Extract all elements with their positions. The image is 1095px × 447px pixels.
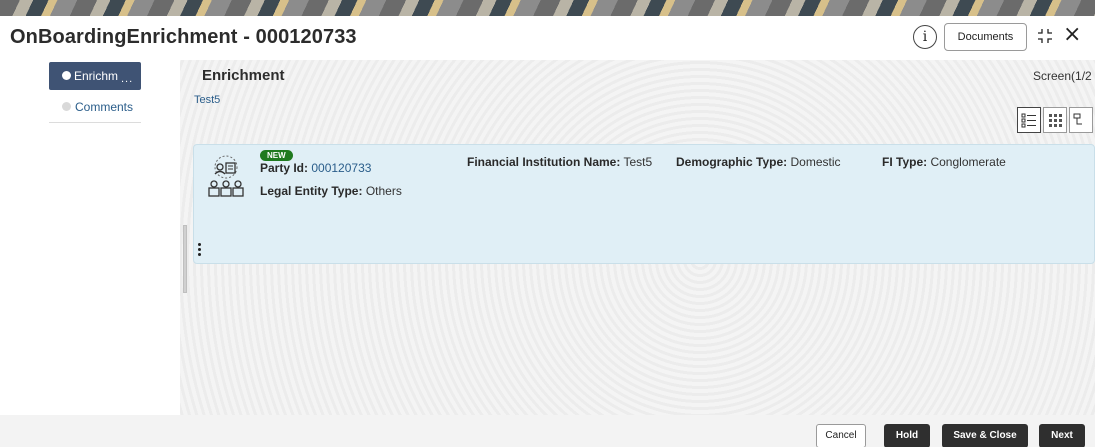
- party-id-label: Party Id:: [260, 161, 309, 175]
- fi-type-field: FI Type: Conglomerate: [882, 155, 1006, 169]
- ellipsis-icon: ...: [121, 73, 134, 85]
- fi-name-field: Financial Institution Name: Test5: [467, 155, 652, 169]
- nav-item-enrichment[interactable]: Enrichm ...: [49, 62, 141, 90]
- fi-name-label: Financial Institution Name:: [467, 155, 621, 169]
- kebab-menu-icon[interactable]: [198, 243, 202, 257]
- demographic-label: Demographic Type:: [676, 155, 788, 169]
- documents-button[interactable]: Documents: [944, 23, 1027, 51]
- party-card[interactable]: NEW Party Id: 000120733 Legal Entity Typ…: [193, 144, 1095, 264]
- next-button[interactable]: Next: [1039, 424, 1085, 447]
- collapse-icon[interactable]: [1036, 26, 1054, 46]
- screen-counter: Screen(1/2: [1033, 69, 1092, 83]
- party-id-link[interactable]: 000120733: [311, 161, 371, 175]
- save-close-button[interactable]: Save & Close: [942, 424, 1028, 447]
- status-dot-icon: [62, 71, 71, 80]
- demographic-value: Domestic: [790, 155, 841, 169]
- left-nav: Enrichm ... Comments: [0, 60, 180, 447]
- list-view-icon[interactable]: [1017, 107, 1041, 133]
- window-header: OnBoardingEnrichment - 000120733 i Docum…: [0, 16, 1095, 60]
- decorative-banner: [0, 0, 1095, 16]
- nav-item-comments[interactable]: Comments: [49, 93, 141, 123]
- party-id-field: Party Id: 000120733: [260, 161, 371, 175]
- party-group-icon: [208, 155, 244, 197]
- new-badge: NEW: [260, 150, 293, 161]
- close-icon[interactable]: ×: [1063, 23, 1081, 47]
- info-icon[interactable]: i: [913, 25, 937, 49]
- footer-bar: Cancel Hold Save & Close Next: [0, 415, 1095, 447]
- main-content: Enrichment Screen(1/2 Test5 NEW Party Id…: [180, 60, 1095, 415]
- panel-resize-handle[interactable]: [183, 225, 187, 293]
- section-title: Enrichment: [202, 67, 285, 84]
- fi-name-value: Test5: [623, 155, 653, 169]
- view-toggle: [1017, 107, 1095, 133]
- cancel-button[interactable]: Cancel: [816, 424, 866, 447]
- grid-view-icon[interactable]: [1043, 107, 1067, 133]
- page-title: OnBoardingEnrichment - 000120733: [10, 26, 357, 48]
- nav-item-label: Enrichm: [74, 69, 119, 83]
- entity-link[interactable]: Test5: [194, 94, 220, 106]
- legal-entity-field: Legal Entity Type: Others: [260, 184, 402, 198]
- status-dot-icon: [62, 102, 71, 111]
- nav-item-label: Comments: [75, 100, 134, 114]
- demographic-field: Demographic Type: Domestic: [676, 155, 841, 169]
- fi-type-value: Conglomerate: [930, 155, 1006, 169]
- legal-entity-label: Legal Entity Type:: [260, 184, 363, 198]
- legal-entity-value: Others: [365, 184, 402, 198]
- fi-type-label: FI Type:: [882, 155, 928, 169]
- tree-view-icon[interactable]: [1069, 107, 1093, 133]
- hold-button[interactable]: Hold: [884, 424, 930, 447]
